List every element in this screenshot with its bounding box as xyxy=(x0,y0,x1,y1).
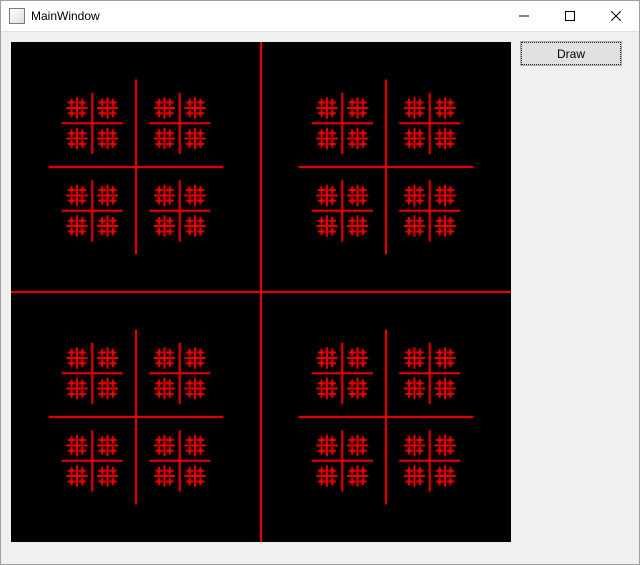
window-title: MainWindow xyxy=(31,9,100,23)
side-panel: Draw xyxy=(521,42,629,65)
minimize-button[interactable] xyxy=(501,1,547,31)
close-icon xyxy=(611,11,621,21)
draw-button[interactable]: Draw xyxy=(521,42,621,65)
drawing-canvas-wrap xyxy=(11,42,511,542)
drawing-canvas xyxy=(11,42,511,542)
titlebar[interactable]: MainWindow xyxy=(1,1,639,32)
minimize-icon xyxy=(519,11,529,21)
main-window: MainWindow Draw xyxy=(0,0,640,565)
close-button[interactable] xyxy=(593,1,639,31)
draw-button-label: Draw xyxy=(557,47,585,61)
maximize-button[interactable] xyxy=(547,1,593,31)
app-icon xyxy=(9,8,25,24)
maximize-icon xyxy=(565,11,575,21)
client-area: Draw xyxy=(1,32,639,564)
